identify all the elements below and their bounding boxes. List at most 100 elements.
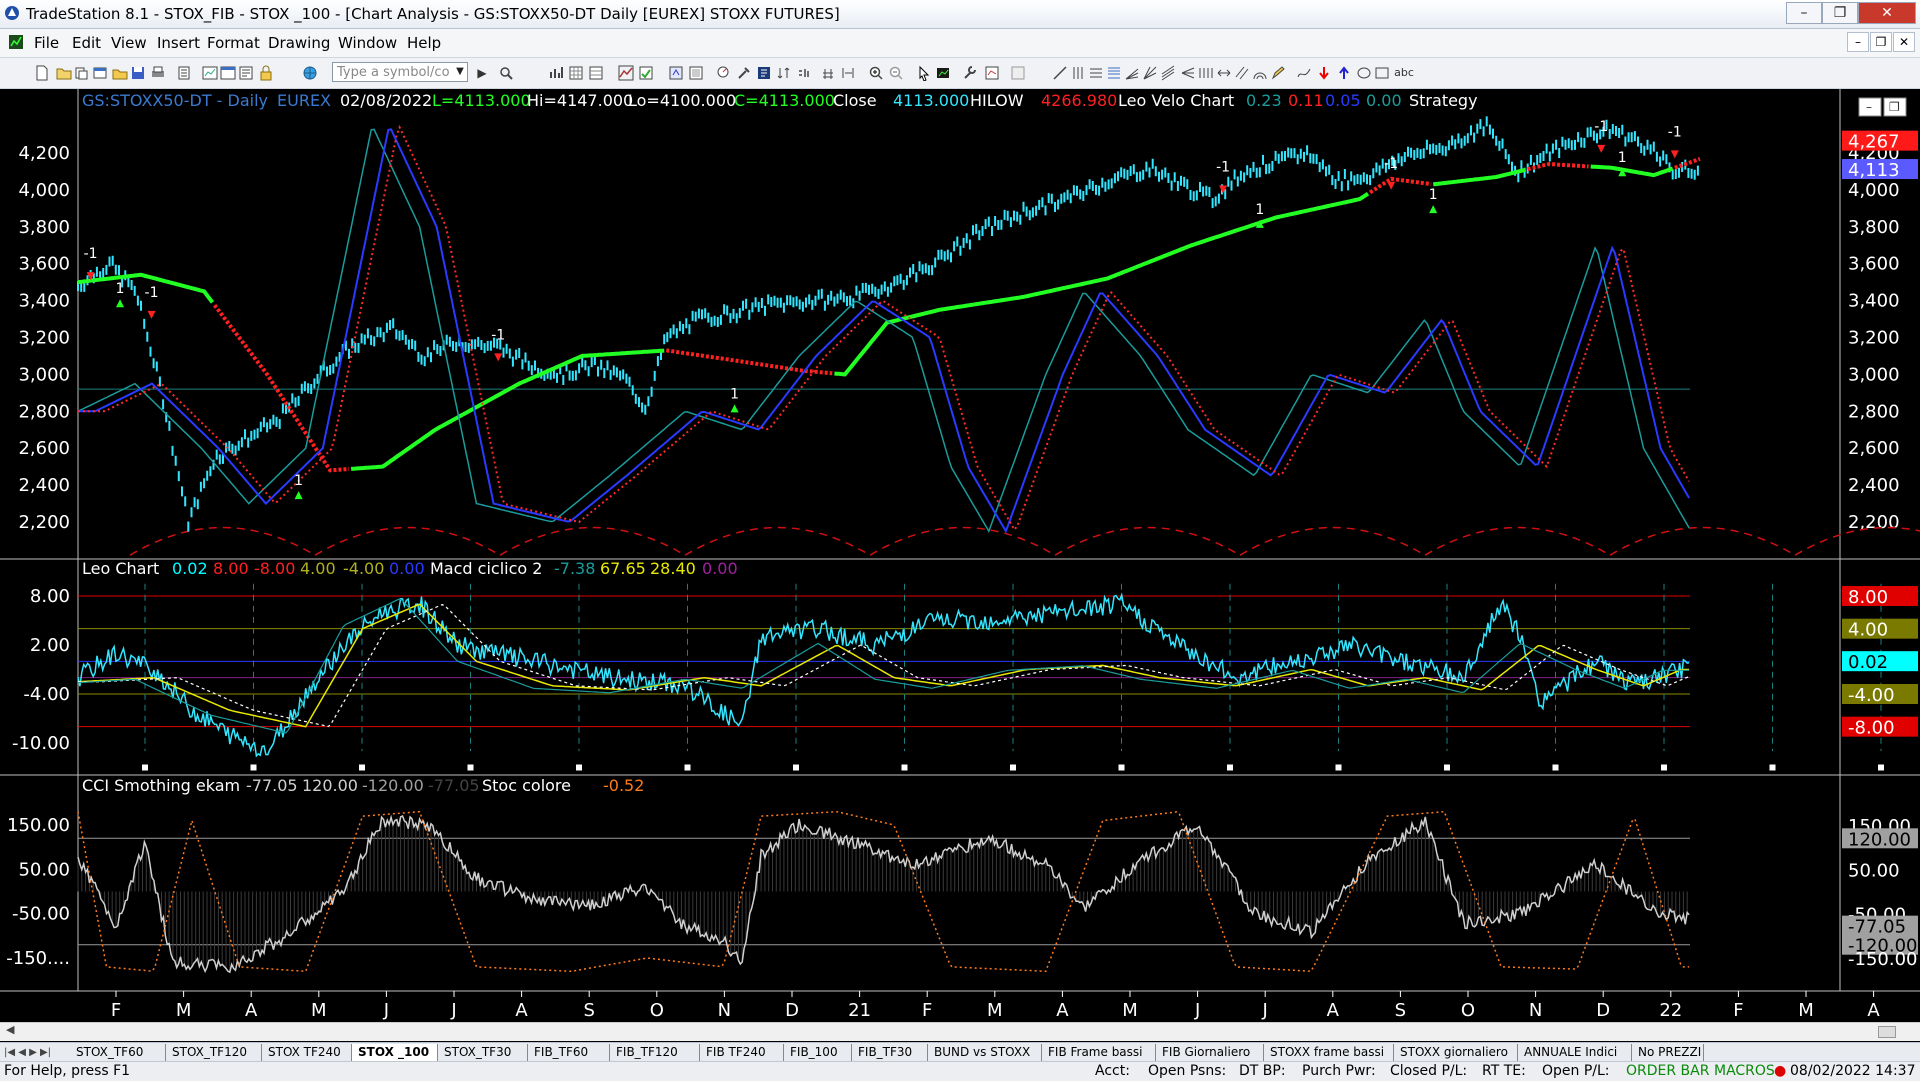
scroll-thumb[interactable]: [1878, 1026, 1896, 1038]
open-folder-icon[interactable]: [56, 65, 72, 81]
trendline-icon[interactable]: [1052, 65, 1068, 81]
workspace-tab[interactable]: FIB_100: [784, 1044, 852, 1061]
menu-insert[interactable]: Insert: [157, 34, 200, 52]
news-icon[interactable]: [238, 65, 254, 81]
alert-icon[interactable]: [1010, 65, 1026, 81]
workspace-tab[interactable]: STOXX giornaliero: [1394, 1044, 1518, 1061]
horizontal-scrollbar[interactable]: ◀: [0, 1022, 1920, 1041]
table-icon[interactable]: [588, 65, 604, 81]
save-icon[interactable]: [130, 65, 146, 81]
zoom-out-icon[interactable]: [888, 65, 904, 81]
workspace-tab[interactable]: STOXX frame bassi: [1264, 1044, 1394, 1061]
workspace-tab[interactable]: BUND vs STOXX: [928, 1044, 1042, 1061]
price-panel[interactable]: 4,200 4,2004,000 4,0003,800 3,8003,600 3,600…: [18, 116, 1920, 556]
new-window-icon[interactable]: [92, 65, 108, 81]
rectangle-icon[interactable]: [1374, 65, 1390, 81]
cci-panel[interactable]: 150.0050.00-50.00-150....150.00120.0050.…: [6, 810, 1918, 974]
parallel-lines-icon[interactable]: [1234, 65, 1250, 81]
macd-panel[interactable]: 8.00 2.00 -4.00 -10.00 8.00 4.00 0.02 -4.00 -8.0…: [12, 583, 1918, 771]
minimize-button[interactable]: –: [1786, 2, 1822, 24]
zoom-in-icon[interactable]: [868, 65, 884, 81]
regression-icon[interactable]: [1160, 65, 1176, 81]
arrow-down-icon[interactable]: [1316, 65, 1332, 81]
andrews-pitchfork-icon[interactable]: [1180, 65, 1196, 81]
gann-fan-icon[interactable]: [1142, 65, 1158, 81]
workspace-tab[interactable]: STOX TF240: [262, 1044, 352, 1061]
print-preview-icon[interactable]: [176, 65, 192, 81]
window-arrange-icon[interactable]: [220, 65, 236, 81]
matrix-icon[interactable]: [668, 65, 684, 81]
menu-help[interactable]: Help: [407, 34, 441, 52]
chart-window-icon[interactable]: [8, 34, 24, 50]
workspace-tab[interactable]: STOX_TF30: [438, 1044, 528, 1061]
arrow-up-icon[interactable]: [1336, 65, 1352, 81]
workspace-tab[interactable]: STOX_TF120: [166, 1044, 262, 1061]
chevron-down-icon[interactable]: ▼: [452, 62, 468, 82]
text-tool-icon[interactable]: abc: [1392, 65, 1416, 81]
play-arrow-icon[interactable]: ▶: [474, 65, 490, 81]
maximize-button[interactable]: ❐: [1822, 2, 1858, 24]
menu-file[interactable]: File: [34, 34, 59, 52]
workspace-tab[interactable]: STOX_TF60: [70, 1044, 166, 1061]
mdi-minimize-button[interactable]: –: [1847, 32, 1869, 52]
hotlist-icon[interactable]: [638, 65, 654, 81]
pencil-icon[interactable]: [1270, 65, 1286, 81]
easylanguage-icon[interactable]: [756, 65, 772, 81]
sort-icon[interactable]: [776, 65, 792, 81]
options-icon[interactable]: [688, 65, 704, 81]
ellipse-icon[interactable]: [1356, 65, 1372, 81]
globe-icon[interactable]: [302, 65, 318, 81]
vertical-lines-icon[interactable]: [1070, 65, 1086, 81]
folder-icon[interactable]: [112, 65, 128, 81]
menu-format[interactable]: Format: [207, 34, 260, 52]
grid-icon[interactable]: [568, 65, 584, 81]
tab-nav-arrows-icon[interactable]: |◀ ◀ ▶ ▶|: [4, 1044, 51, 1061]
chart-type-icon[interactable]: [796, 65, 812, 81]
freehand-icon[interactable]: [1296, 65, 1312, 81]
workspace-tab[interactable]: FIB TF240: [700, 1044, 784, 1061]
symbol-input[interactable]: Type a symbol/co: [332, 62, 468, 82]
workspace-tab[interactable]: No PREZZI: [1632, 1044, 1704, 1061]
print-icon[interactable]: [150, 65, 166, 81]
open-icon[interactable]: [74, 65, 90, 81]
fibonacci-icon[interactable]: [1106, 65, 1122, 81]
strategy-icon[interactable]: [984, 65, 1000, 81]
workspace-tab[interactable]: ANNUALE Indici: [1518, 1044, 1632, 1061]
lock-icon[interactable]: [258, 65, 274, 81]
menu-view[interactable]: View: [111, 34, 147, 52]
chart-format-icon[interactable]: [936, 65, 952, 81]
bar-chart-icon[interactable]: [548, 65, 564, 81]
workspace-tab[interactable]: FIB Frame bassi: [1042, 1044, 1156, 1061]
workspace-tab[interactable]: FIB_TF30: [852, 1044, 928, 1061]
wrench-icon[interactable]: [962, 65, 978, 81]
scanner-icon[interactable]: [716, 65, 732, 81]
workspace-tab[interactable]: FIB Giornaliero: [1156, 1044, 1264, 1061]
indicator-icon[interactable]: [820, 65, 836, 81]
workspace-tab[interactable]: FIB_TF120: [610, 1044, 700, 1061]
expand-icon[interactable]: [840, 65, 856, 81]
chart-canvas[interactable]: 4,200 4,2004,000 4,0003,800 3,8003,600 3,600…: [0, 89, 1920, 1024]
menu-edit[interactable]: Edit: [72, 34, 101, 52]
mdi-close-button[interactable]: ✕: [1893, 32, 1915, 52]
speedline-icon[interactable]: [1124, 65, 1140, 81]
menu-window[interactable]: Window: [338, 34, 397, 52]
chart-analysis-icon[interactable]: [202, 65, 218, 81]
horizontal-lines-icon[interactable]: [1088, 65, 1104, 81]
workspace-tab[interactable]: STOX _100: [352, 1044, 438, 1061]
symbol-lookup-icon[interactable]: [498, 65, 514, 81]
tools-icon[interactable]: [736, 65, 752, 81]
new-file-icon[interactable]: [34, 65, 50, 81]
chart-analysis-window[interactable]: 4,200 4,200 4,000 4,000 3,800 3,800 3,600 3,600…: [0, 89, 1920, 1026]
workspace-tab[interactable]: FIB_TF60: [528, 1044, 610, 1061]
arc-icon[interactable]: [1252, 65, 1268, 81]
time-cycle-icon[interactable]: [1216, 65, 1232, 81]
close-button[interactable]: ✕: [1858, 2, 1916, 24]
cycle-lines-icon[interactable]: [1198, 65, 1214, 81]
mdi-restore-button[interactable]: ❐: [1870, 32, 1892, 52]
scroll-left-icon[interactable]: ◀: [6, 1023, 14, 1036]
order-bar-toggle[interactable]: ORDER BAR: [1626, 1062, 1709, 1081]
macros-toggle[interactable]: MACROS: [1714, 1062, 1775, 1081]
menu-drawing[interactable]: Drawing: [268, 34, 330, 52]
radar-icon[interactable]: [618, 65, 634, 81]
pointer-icon[interactable]: [916, 65, 932, 81]
